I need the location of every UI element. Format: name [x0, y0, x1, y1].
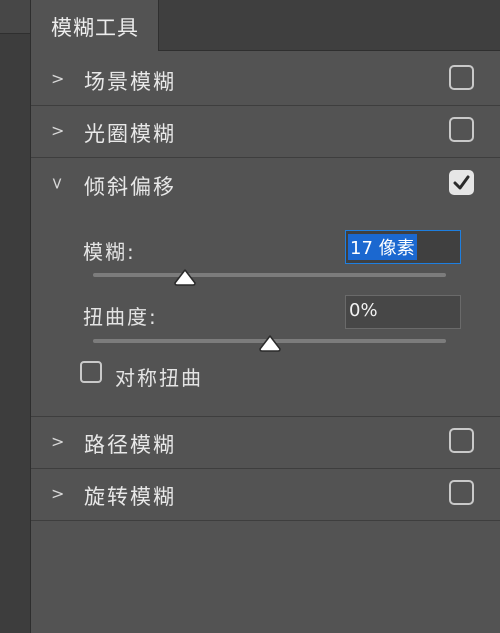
section-field-blur-label: 场景模糊: [84, 70, 176, 94]
tab-bar: 模糊工具: [31, 0, 500, 51]
symmetric-distortion-checkbox[interactable]: [80, 361, 102, 383]
slider-thumb-icon: [258, 335, 281, 352]
tab-blur-tools-label: 模糊工具: [51, 16, 139, 40]
blur-amount-slider-track[interactable]: [93, 273, 446, 277]
chevron-right-icon[interactable]: >: [51, 432, 64, 451]
distortion-label: 扭曲度:: [83, 305, 158, 329]
section-spin-blur[interactable]: > 旋转模糊: [31, 469, 500, 521]
section-iris-blur[interactable]: > 光圈模糊: [31, 106, 500, 158]
blur-tools-panel: 模糊工具 > 场景模糊 > 光圈模糊 > 倾斜偏移 模糊: 17 像素 扭曲度:…: [31, 0, 500, 633]
section-tilt-shift-label: 倾斜偏移: [84, 175, 176, 199]
tilt-shift-checkbox[interactable]: [449, 170, 474, 195]
field-blur-checkbox[interactable]: [449, 65, 474, 90]
section-field-blur[interactable]: > 场景模糊: [31, 54, 500, 106]
iris-blur-checkbox[interactable]: [449, 117, 474, 142]
slider-thumb-icon: [174, 269, 196, 286]
chevron-down-icon[interactable]: >: [48, 177, 67, 190]
section-path-blur[interactable]: > 路径模糊: [31, 417, 500, 469]
left-strip-header: [0, 0, 30, 34]
left-strip: [0, 0, 31, 633]
spin-blur-checkbox[interactable]: [449, 480, 474, 505]
blur-amount-input[interactable]: 17 像素: [345, 230, 461, 264]
chevron-right-icon[interactable]: >: [51, 69, 64, 88]
section-iris-blur-label: 光圈模糊: [84, 122, 176, 146]
section-path-blur-label: 路径模糊: [84, 433, 176, 457]
blur-amount-value: 17 像素: [348, 234, 417, 260]
section-spin-blur-label: 旋转模糊: [84, 485, 176, 509]
distortion-input[interactable]: 0%: [345, 295, 461, 329]
chevron-right-icon[interactable]: >: [51, 484, 64, 503]
distortion-value: 0%: [349, 300, 378, 321]
checkmark-icon: [453, 175, 470, 190]
symmetric-distortion-label: 对称扭曲: [115, 366, 203, 390]
blur-amount-label: 模糊:: [83, 240, 136, 264]
chevron-right-icon[interactable]: >: [51, 121, 64, 140]
path-blur-checkbox[interactable]: [449, 428, 474, 453]
tab-blur-tools[interactable]: 模糊工具: [31, 0, 159, 51]
